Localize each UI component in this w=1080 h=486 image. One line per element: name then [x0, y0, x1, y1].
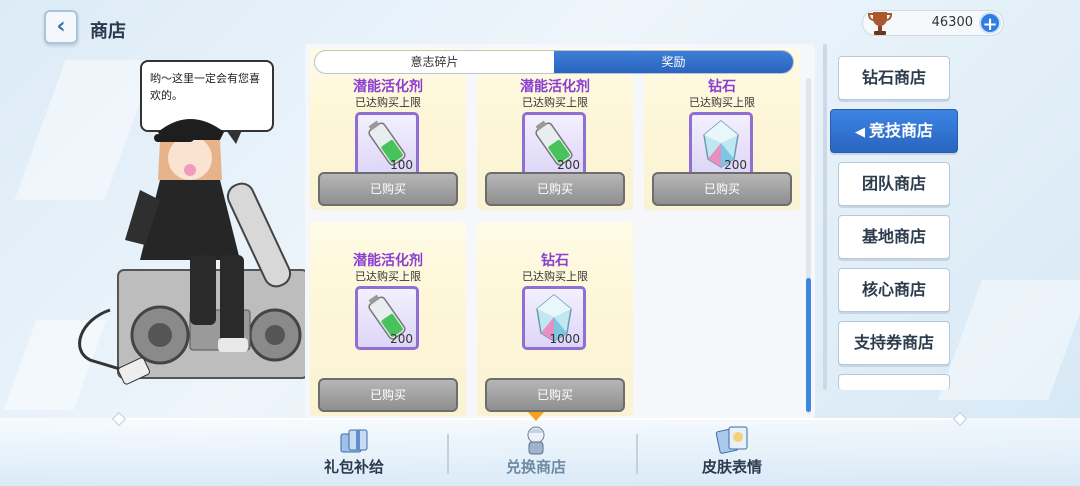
- bought-button[interactable]: 已购买: [652, 172, 792, 206]
- item-name: 钻石: [708, 79, 736, 95]
- bought-button[interactable]: 已购买: [318, 378, 458, 412]
- item-limit: 已达购买上限: [689, 96, 755, 109]
- tab-rewards[interactable]: 奖励: [554, 51, 793, 73]
- item-limit: 已达购买上限: [355, 96, 421, 109]
- item-name: 潜能活化剂: [520, 79, 590, 95]
- plus-icon[interactable]: +: [979, 12, 1001, 35]
- item-limit: 已达购买上限: [522, 96, 588, 109]
- item-quantity: 200: [724, 158, 747, 172]
- side-nav-team-shop[interactable]: 团队商店: [838, 162, 950, 206]
- bg-shard: [938, 280, 1080, 400]
- bottom-nav-exchange-shop[interactable]: 兑换商店: [466, 422, 606, 482]
- page-title: 商店: [90, 21, 126, 42]
- nav-separator: [636, 434, 638, 474]
- currency-display: 46300 +: [862, 10, 1004, 36]
- item-quantity: 200: [557, 158, 580, 172]
- shop-item-card[interactable]: 潜能活化剂 已达购买上限 200 已购买: [310, 222, 466, 416]
- chevron-left-icon: ◀: [854, 125, 865, 140]
- item-name: 潜能活化剂: [353, 79, 423, 95]
- side-nav-diamond-shop[interactable]: 钻石商店: [838, 56, 950, 100]
- item-icon-box: 1000: [522, 286, 586, 350]
- bottom-nav-label: 皮肤表情: [701, 458, 762, 476]
- side-nav-base-shop[interactable]: 基地商店: [838, 215, 950, 259]
- bought-button[interactable]: 已购买: [485, 172, 625, 206]
- character-chibi-icon: [527, 426, 545, 455]
- bought-button[interactable]: 已购买: [485, 378, 625, 412]
- item-quantity: 200: [390, 332, 413, 346]
- item-quantity: 1000: [549, 332, 580, 346]
- side-nav-partial-item[interactable]: [838, 374, 950, 390]
- item-limit: 已达购买上限: [355, 270, 421, 283]
- item-icon-box: 100: [355, 112, 419, 176]
- nav-separator: [447, 434, 449, 474]
- bottom-nav-label: 兑换商店: [505, 458, 566, 476]
- scrollbar-thumb[interactable]: [806, 278, 811, 412]
- side-nav-core-shop[interactable]: 核心商店: [838, 268, 950, 312]
- item-name: 潜能活化剂: [353, 253, 423, 269]
- tab-will-fragments[interactable]: 意志碎片: [315, 51, 554, 73]
- back-button[interactable]: ‹: [44, 10, 78, 44]
- chevron-left-icon: ‹: [56, 14, 66, 39]
- active-indicator-arrow: [528, 412, 544, 421]
- side-nav-arena-shop[interactable]: ◀ 竞技商店: [830, 109, 958, 153]
- item-quantity: 100: [390, 158, 413, 172]
- side-nav-rail: [823, 44, 827, 390]
- trophy-icon: [867, 12, 893, 35]
- character-illustration: [78, 119, 309, 385]
- side-nav-support-ticket-shop[interactable]: 支持券商店: [838, 321, 950, 365]
- side-nav-label: 竞技商店: [868, 121, 933, 140]
- bottom-nav-label: 礼包补给: [323, 458, 384, 476]
- tab-bar-overlay: 意志碎片 奖励: [314, 50, 794, 74]
- bottom-nav-skin-emotes[interactable]: 皮肤表情: [662, 422, 802, 482]
- item-icon-box: 200: [689, 112, 753, 176]
- item-name: 钻石: [541, 253, 569, 269]
- item-icon-box: 200: [522, 112, 586, 176]
- shop-item-card[interactable]: 钻石 已达购买上限 1000 已购买: [477, 222, 633, 416]
- item-limit: 已达购买上限: [522, 270, 588, 283]
- currency-amount: 46300: [931, 15, 973, 30]
- gift-pack-icon: [340, 429, 368, 453]
- sticker-cards-icon: [715, 426, 748, 454]
- bottom-nav-gift-supply[interactable]: 礼包补给: [284, 422, 424, 482]
- item-icon-box: 200: [355, 286, 419, 350]
- bought-button[interactable]: 已购买: [318, 172, 458, 206]
